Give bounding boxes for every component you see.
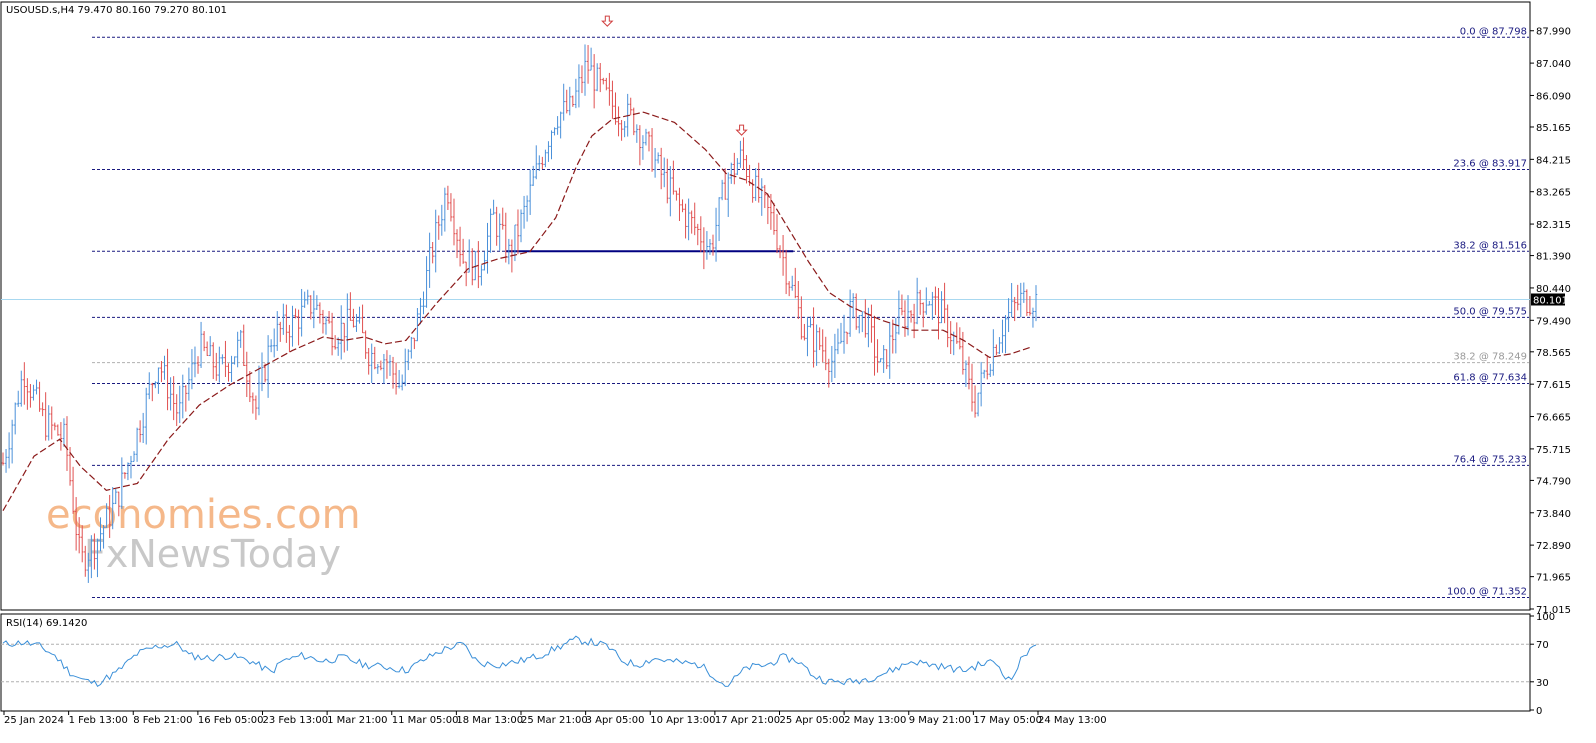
- rsi-tick-label: 30: [1536, 678, 1549, 689]
- y-tick-label: 85.165: [1536, 123, 1571, 134]
- symbol-header: USOUSD.s,H4 79.470 80.160 79.270 80.101: [6, 5, 227, 16]
- fib-label-6: 76.4 @ 75.233: [1453, 454, 1527, 465]
- fib-label-1: 23.6 @ 83.917: [1453, 158, 1527, 169]
- fib-label-4: 38.2 @ 78.249: [1453, 352, 1527, 363]
- x-tick-label: 25 Apr 05:00: [780, 715, 845, 726]
- y-tick-label: 78.565: [1536, 348, 1571, 359]
- y-tick-label: 74.790: [1536, 476, 1571, 487]
- fib-label-3: 50.0 @ 79.575: [1453, 306, 1527, 317]
- rsi-header: RSI(14) 69.1420: [6, 618, 87, 629]
- watermark: economies.com FxNewsToday: [46, 492, 361, 576]
- current-price-label: 80.101: [1533, 295, 1568, 306]
- y-tick-label: 87.040: [1536, 59, 1571, 70]
- rsi-tick-label: 70: [1536, 640, 1549, 651]
- fib-label-7: 100.0 @ 71.352: [1447, 587, 1527, 598]
- x-tick-label: 1 Feb 13:00: [69, 715, 128, 726]
- fib-label-0: 0.0 @ 87.798: [1460, 26, 1527, 37]
- x-tick-label: 25 Mar 21:00: [521, 715, 588, 726]
- y-tick-label: 73.840: [1536, 509, 1571, 520]
- y-tick-label: 83.265: [1536, 188, 1571, 199]
- y-tick-label: 80.440: [1536, 284, 1571, 295]
- x-tick-label: 18 Mar 13:00: [456, 715, 523, 726]
- y-tick-label: 81.390: [1536, 252, 1571, 263]
- y-tick-label: 79.490: [1536, 316, 1571, 327]
- chart-background: [0, 0, 1596, 743]
- x-tick-label: 9 May 21:00: [909, 715, 971, 726]
- rsi-tick-label: 100: [1536, 612, 1555, 623]
- watermark-fxnewstoday: FxNewsToday: [84, 532, 341, 576]
- x-tick-label: 25 Jan 2024: [4, 715, 64, 726]
- x-tick-label: 1 Mar 21:00: [327, 715, 387, 726]
- x-tick-label: 10 Apr 13:00: [650, 715, 715, 726]
- y-tick-label: 72.890: [1536, 541, 1571, 552]
- x-tick-label: 3 Apr 05:00: [586, 715, 645, 726]
- fib-label-2: 38.2 @ 81.516: [1453, 240, 1527, 251]
- y-tick-label: 76.665: [1536, 413, 1571, 424]
- x-tick-label: 11 Mar 05:00: [392, 715, 459, 726]
- rsi-tick-label: 0: [1536, 706, 1542, 717]
- x-tick-label: 24 May 13:00: [1038, 715, 1107, 726]
- y-tick-label: 82.315: [1536, 220, 1571, 231]
- y-tick-label: 71.965: [1536, 573, 1571, 584]
- y-tick-label: 77.615: [1536, 380, 1571, 391]
- x-tick-label: 17 May 05:00: [973, 715, 1042, 726]
- y-tick-label: 75.715: [1536, 445, 1571, 456]
- x-tick-label: 17 Apr 21:00: [715, 715, 780, 726]
- x-tick-label: 8 Feb 21:00: [133, 715, 192, 726]
- x-tick-label: 16 Feb 05:00: [198, 715, 264, 726]
- chart-root: economies.com FxNewsToday 0.0 @ 87.798 23…: [0, 0, 1596, 743]
- y-tick-label: 86.090: [1536, 91, 1571, 102]
- x-tick-label: 2 May 13:00: [844, 715, 906, 726]
- x-tick-label: 23 Feb 13:00: [263, 715, 329, 726]
- fib-label-5: 61.8 @ 77.634: [1453, 373, 1527, 384]
- y-tick-label: 87.990: [1536, 27, 1571, 38]
- y-tick-label: 84.215: [1536, 155, 1571, 166]
